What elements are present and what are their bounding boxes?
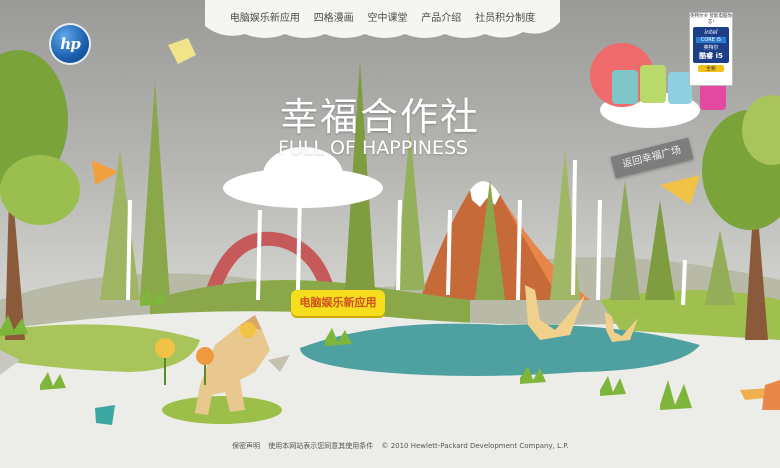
top-nav: 电脑娱乐新应用 四格漫画 空中课堂 产品介绍 社员积分制度 <box>205 0 560 38</box>
page-stage: 电脑娱乐新应用 四格漫画 空中课堂 产品介绍 社员积分制度 hp 幸福合作社 F… <box>0 0 780 468</box>
page-title-cn: 幸福合作社 <box>280 95 481 139</box>
nav-item-products[interactable]: 产品介绍 <box>421 9 461 24</box>
pc-entertainment-sign[interactable]: 电脑娱乐新应用 <box>291 290 385 316</box>
intel-logo: intel <box>704 29 718 36</box>
hp-logo-text: hp <box>60 35 80 53</box>
nav-item-points[interactable]: 社员积分制度 <box>475 9 535 24</box>
landscape-illustration <box>0 38 780 468</box>
hp-logo[interactable]: hp <box>51 25 89 63</box>
yellow-gem <box>168 38 196 64</box>
teal-cube <box>95 405 115 425</box>
terms-link[interactable]: 使用本网站表示您同意其使用条件 <box>268 442 373 450</box>
intel-cn-name: 英特尔 <box>703 45 719 51</box>
nav-item-pc-entertainment[interactable]: 电脑娱乐新应用 <box>230 9 300 24</box>
footer: 保密声明 使用本网站表示您同意其使用条件 © 2010 Hewlett-Pack… <box>232 441 569 451</box>
intel-core: CORE i5 <box>696 37 726 43</box>
nav-item-comics[interactable]: 四格漫画 <box>314 9 354 24</box>
intel-logo-box: intel CORE i5 英特尔 酷睿 i5 <box>693 27 729 63</box>
privacy-link[interactable]: 保密声明 <box>232 442 260 450</box>
nav-item-sky-class[interactable]: 空中课堂 <box>367 9 407 24</box>
intel-badge[interactable]: 英特尔® 智能电脑你芯! intel CORE i5 英特尔 酷睿 i5 全新 <box>689 12 733 86</box>
yellow-block <box>660 175 700 205</box>
intel-cn-core: 酷睿 i5 <box>699 52 723 60</box>
intel-new-tag: 全新 <box>698 65 724 72</box>
nav-menu: 电脑娱乐新应用 四格漫画 空中课堂 产品介绍 社员积分制度 <box>205 9 560 24</box>
copyright-text: © 2010 Hewlett-Packard Development Compa… <box>381 442 569 450</box>
orange-triangle <box>92 160 118 185</box>
intel-slogan: 英特尔® 智能电脑你芯! <box>690 14 732 25</box>
page-title-en: FULL OF HAPPINESS <box>278 137 469 159</box>
grass-island <box>162 396 282 424</box>
